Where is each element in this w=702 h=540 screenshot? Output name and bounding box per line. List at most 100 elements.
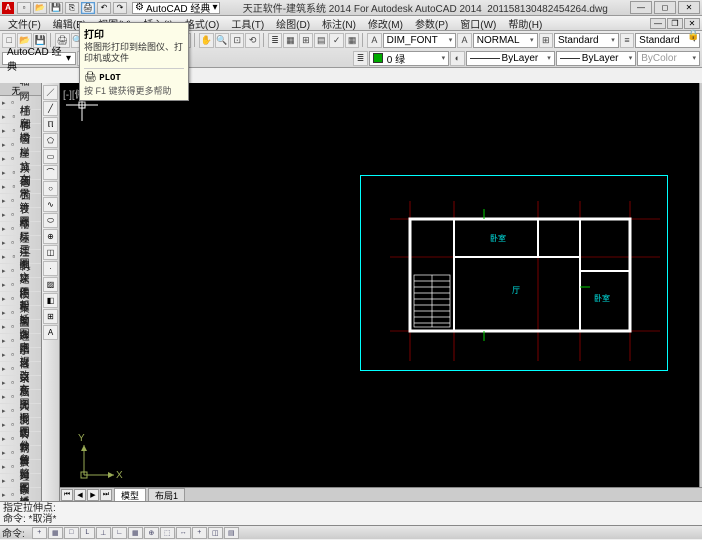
vt-circle-icon[interactable]: ○ [43,181,58,196]
tooltip-title: 打印 [84,26,184,41]
menu-window[interactable]: 窗口(W) [454,16,502,30]
workspace-dropdown[interactable]: AutoCAD 经典▾ [2,52,76,65]
status-toggle-11[interactable]: ◫ [208,527,223,539]
tb-zoomwin-icon[interactable]: ⊡ [230,33,244,48]
vt-ellipse-icon[interactable]: ⬭ [43,213,58,228]
tb-dc-icon[interactable]: ▦ [283,33,297,48]
textstyle-dropdown[interactable]: NORMAL▾ [473,33,538,48]
tb-tool-icon[interactable]: ⊞ [299,33,313,48]
tab-first-icon[interactable]: ⏮ [61,489,73,501]
toolbar-lock-icon[interactable]: 🔒 [687,30,701,44]
tb-ml-icon[interactable]: ≡ [620,33,634,48]
tablestyle-dropdown[interactable]: Standard▾ [554,33,619,48]
qat-save-icon[interactable]: 💾 [49,2,63,14]
draw-toolbar: ／ ╱ Ⲡ ⬠ ▭ ⌒ ○ ∿ ⬭ ⊕ ◫ · ▨ ◧ ⊞ A [42,83,60,501]
menu-draw[interactable]: 绘图(D) [270,16,316,30]
main-area: 无… ▸▫轴网柱子▸▫墙 体▸▫门 窗▸▫房间屋顶▸▫楼梯其他▸▫立 面▸▫剖 … [0,83,702,501]
cmd-prompt[interactable]: 命令: [2,525,25,540]
status-toggle-6[interactable]: ▦ [128,527,143,539]
menu-param[interactable]: 参数(P) [409,16,454,30]
vt-line-icon[interactable]: ／ [43,85,58,100]
color-dropdown[interactable]: ByColor▾ [637,51,700,66]
tb-markup-icon[interactable]: ✓ [329,33,343,48]
tb-props-icon[interactable]: ≣ [268,33,282,48]
menu-modify[interactable]: 修改(M) [362,16,409,30]
autocad-logo-icon[interactable]: A [2,2,14,14]
tb-pan-icon[interactable]: ✋ [199,33,213,48]
vt-spline-icon[interactable]: ∿ [43,197,58,212]
cmd-history-2: 命令: *取消* [3,514,56,525]
vt-region-icon[interactable]: ◧ [43,293,58,308]
tb-sheet-icon[interactable]: ▤ [314,33,328,48]
tb-zoomprev-icon[interactable]: ⟲ [245,33,259,48]
tb-text-icon[interactable]: A [457,33,471,48]
room-label-2: 厅 [512,286,520,295]
command-window[interactable]: 指定拉伸点: 命令: *取消* [0,501,702,525]
status-toggle-3[interactable]: L [80,527,95,539]
cmd-history-1: 指定拉伸点: [3,503,699,514]
qat-undo-icon[interactable]: ↶ [97,2,111,14]
quick-workspace-dropdown[interactable]: ⚙AutoCAD 经典▾ [132,2,220,14]
vt-block-icon[interactable]: ◫ [43,245,58,260]
status-toggle-12[interactable]: ▤ [224,527,239,539]
workspace-name: AutoCAD 经典 [146,0,210,15]
layer-prop-icon[interactable]: ≣ [353,51,367,66]
model-layout-tabs: ⏮ ◀ ▶ ⏭ 模型 布局1 [60,487,702,501]
doc-close-button[interactable]: ✕ [684,18,700,29]
qat-new-icon[interactable]: ▫ [17,2,31,14]
qat-print-icon[interactable]: 🖨 [81,2,95,14]
tb-zoom-icon[interactable]: 🔍 [215,33,229,48]
qat-open-icon[interactable]: 📂 [33,2,47,14]
close-button[interactable]: ✕ [678,1,700,14]
svg-text:Y: Y [78,433,85,444]
menu-dim[interactable]: 标注(N) [316,16,362,30]
status-toggle-8[interactable]: ⬚ [160,527,175,539]
maximize-button[interactable]: ◻ [654,1,676,14]
status-toggle-2[interactable]: □ [64,527,79,539]
status-toggle-1[interactable]: ▦ [48,527,63,539]
status-toggle-5[interactable]: ∟ [112,527,127,539]
tab-model[interactable]: 模型 [114,488,146,501]
vt-pline-icon[interactable]: Ⲡ [43,117,58,132]
tab-last-icon[interactable]: ⏭ [100,489,112,501]
menu-file[interactable]: 文件(F) [2,16,47,30]
drawing-canvas[interactable]: [-][俯视][二维线框] [60,83,702,501]
status-toggle-10[interactable]: + [192,527,207,539]
vt-arc-icon[interactable]: ⌒ [43,165,58,180]
tb-table-icon[interactable]: ⊞ [539,33,553,48]
doc-minimize-button[interactable]: — [650,18,666,29]
status-toggle-0[interactable]: + [32,527,47,539]
tooltip-command: 🖨 PLOT [84,72,184,83]
qat-redo-icon[interactable]: ↷ [113,2,127,14]
left-tool-panel: 无… ▸▫轴网柱子▸▫墙 体▸▫门 窗▸▫房间屋顶▸▫楼梯其他▸▫立 面▸▫剖 … [0,83,42,501]
vt-table2-icon[interactable]: ⊞ [43,309,58,324]
tb-calc-icon[interactable]: ▦ [345,33,359,48]
print-tooltip: 打印 将图形打印到绘图仪、打印机或文件 🖨 PLOT 按 F1 键获得更多帮助 [79,22,189,101]
layer-dropdown[interactable]: 0 绿▾ [369,51,449,66]
status-toggle-7[interactable]: ⊕ [144,527,159,539]
minimize-button[interactable]: — [630,1,652,14]
vt-text2-icon[interactable]: A [43,325,58,340]
qat-saveas-icon[interactable]: ⎘ [65,2,79,14]
vt-xline-icon[interactable]: ╱ [43,101,58,116]
tab-next-icon[interactable]: ▶ [87,489,99,501]
svg-text:X: X [116,470,123,481]
doc-restore-button[interactable]: ❐ [667,18,683,29]
tab-layout1[interactable]: 布局1 [148,488,185,501]
vt-point-icon[interactable]: · [43,261,58,276]
status-toggle-9[interactable]: ↔ [176,527,191,539]
lineweight-dropdown[interactable]: ByLayer▾ [556,51,636,66]
dimstyle-dropdown[interactable]: DIM_FONT▾ [383,33,457,48]
vt-rect-icon[interactable]: ▭ [43,149,58,164]
layer-iso-icon[interactable]: ◐ [450,51,464,66]
menu-help[interactable]: 帮助(H) [502,16,548,30]
tab-prev-icon[interactable]: ◀ [74,489,86,501]
status-toggle-4[interactable]: ⊥ [96,527,111,539]
vt-insert-icon[interactable]: ⊕ [43,229,58,244]
vt-polygon-icon[interactable]: ⬠ [43,133,58,148]
vt-hatch-icon[interactable]: ▨ [43,277,58,292]
status-bar: 命令: +▦□L⊥∟▦⊕⬚↔+◫▤ [0,525,702,539]
linetype-dropdown[interactable]: ByLayer▾ [466,51,555,66]
menu-tools[interactable]: 工具(T) [225,16,270,30]
tb-dim-icon[interactable]: A [367,33,381,48]
